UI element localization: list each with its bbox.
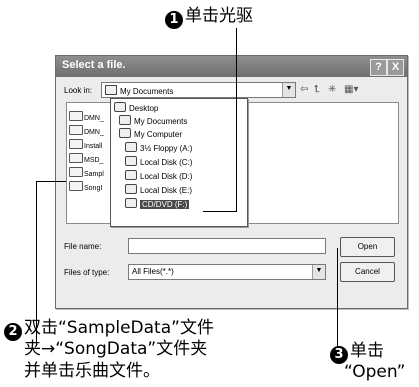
files-of-type-label: Files of type: <box>64 268 110 277</box>
annotation-step1: 1 单击光驱 <box>165 6 253 29</box>
step2-number: 2 <box>4 323 22 341</box>
file-name-input[interactable] <box>128 238 326 254</box>
new-folder-icon[interactable]: ✳ <box>328 84 336 95</box>
look-in-combo[interactable]: My Documents ▼ <box>101 82 296 98</box>
annotation-step2-line3: 并单击乐曲文件。 <box>24 361 160 381</box>
folder-icon <box>105 85 117 95</box>
look-in-dropdown[interactable]: Desktop My Documents My Computer 3½ Flop… <box>110 98 248 227</box>
list-item[interactable]: SongI <box>69 181 102 192</box>
list-item[interactable]: Install <box>69 139 102 150</box>
disk-icon <box>125 170 137 180</box>
desktop-icon <box>114 102 126 112</box>
callout-line-3 <box>337 248 338 348</box>
dialog-titlebar: Select a file. ? X <box>56 56 407 77</box>
list-item[interactable]: Sampl <box>69 167 104 178</box>
file-dialog: Select a file. ? X Look in: My Documents… <box>55 55 408 309</box>
help-button[interactable]: ? <box>370 59 387 76</box>
cancel-button[interactable]: Cancel <box>340 262 395 282</box>
dropdown-item-my-documents[interactable]: My Documents <box>119 115 187 126</box>
callout-line-1 <box>236 28 237 211</box>
chevron-down-icon[interactable]: ▼ <box>282 83 295 97</box>
look-in-value: My Documents <box>120 87 174 96</box>
view-menu-icon[interactable]: ▦▾ <box>344 84 358 95</box>
folder-icon <box>119 115 131 125</box>
disk-icon <box>125 184 137 194</box>
up-folder-icon[interactable]: ⮤ <box>314 84 320 95</box>
annotation-step3: 3 单击 <box>330 341 384 364</box>
dialog-title: Select a file. <box>62 59 126 71</box>
computer-icon <box>119 128 131 138</box>
dropdown-item-desktop[interactable]: Desktop <box>114 102 158 113</box>
look-in-label: Look in: <box>64 86 93 95</box>
callout-line-1b <box>203 211 237 212</box>
folder-icon <box>69 167 83 177</box>
dropdown-item-disk-c[interactable]: Local Disk (C:) <box>125 156 192 167</box>
folder-icon <box>69 181 83 191</box>
files-of-type-value: All Files(*.*) <box>132 267 174 276</box>
floppy-icon <box>125 142 137 152</box>
close-button[interactable]: X <box>387 59 404 76</box>
file-name-label: File name: <box>64 242 102 251</box>
list-item[interactable]: DMN_ <box>69 111 104 122</box>
step1-number: 1 <box>165 11 183 29</box>
dropdown-item-floppy[interactable]: 3½ Floppy (A:) <box>125 142 192 153</box>
cd-drive-icon <box>125 198 137 208</box>
folder-icon <box>69 153 83 163</box>
disk-icon <box>125 156 137 166</box>
folder-icon <box>69 111 83 121</box>
folder-icon <box>69 139 83 149</box>
list-item[interactable]: DMN_ <box>69 125 104 136</box>
step1-text: 单击光驱 <box>185 6 253 26</box>
annotation-step2: 2 双击“SampleData”文件 <box>4 318 214 341</box>
folder-icon <box>69 125 83 135</box>
dropdown-item-cd-drive[interactable]: CD/DVD (F:) <box>125 198 190 209</box>
dropdown-item-my-computer[interactable]: My Computer <box>119 128 182 139</box>
list-item[interactable]: MSD_ <box>69 153 103 164</box>
step2-line1: 双击“SampleData”文件 <box>24 318 214 338</box>
open-button[interactable]: Open <box>340 237 395 257</box>
files-of-type-select[interactable]: All Files(*.*) ▼ <box>128 264 326 280</box>
callout-line-2 <box>36 181 66 182</box>
annotation-step3-line2: “Open” <box>344 362 406 382</box>
dropdown-item-disk-e[interactable]: Local Disk (E:) <box>125 184 192 195</box>
dropdown-item-disk-d[interactable]: Local Disk (D:) <box>125 170 192 181</box>
annotation-step2-line2: 夹→“SongData”文件夹 <box>24 339 208 359</box>
back-icon[interactable]: ⇦ <box>300 84 308 95</box>
step3-line1: 单击 <box>350 341 384 361</box>
chevron-down-icon[interactable]: ▼ <box>312 265 325 279</box>
